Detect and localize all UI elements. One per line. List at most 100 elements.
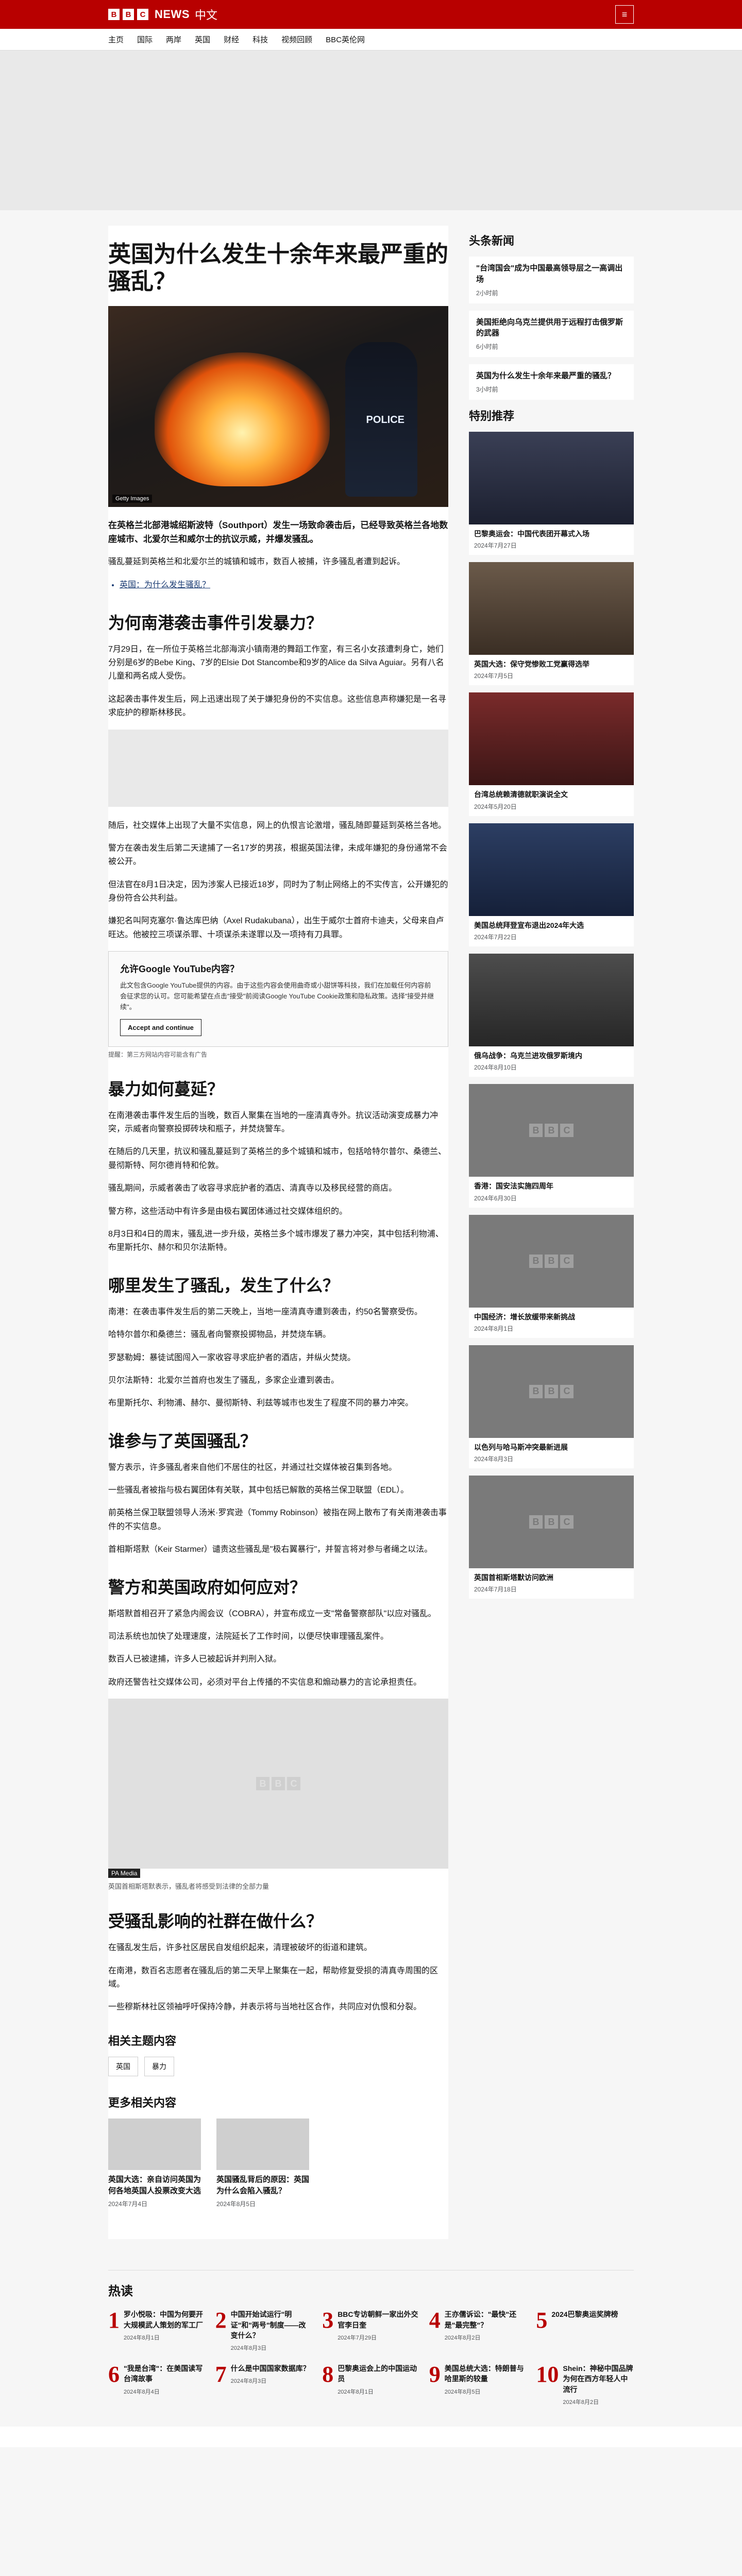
top-news-date: 6小时前 xyxy=(476,343,498,350)
recommended-heading: 特别推荐 xyxy=(469,409,515,422)
nav-item[interactable]: BBC英伦网 xyxy=(326,34,365,45)
brand-name: NEWS xyxy=(155,8,190,21)
recommended-thumbnail xyxy=(469,953,634,1046)
article-image-placeholder: B B C xyxy=(108,1699,448,1869)
top-news-item[interactable]: 美国拒绝向乌克兰提供用于远程打击俄罗斯的武器 6小时前 xyxy=(469,310,634,357)
trending-title: 中国开始试运行"明证"和"两号"制度——改变什么？ xyxy=(230,2310,306,2340)
trending-item[interactable]: 9 美国总统大选：特朗普与哈里斯的较量 2024年8月5日 xyxy=(429,2363,527,2406)
trending-rank: 9 xyxy=(429,2362,441,2387)
bbc-news-logo[interactable]: B B C NEWS 中文 xyxy=(108,6,217,23)
bbc-logo-c: C xyxy=(560,1515,574,1529)
paragraph: 7月29日，在一所位于英格兰北部海滨小镇南港的舞蹈工作室，有三名小女孩遭刺身亡，… xyxy=(108,645,444,681)
trending-title: 王亦儒诉讼："最快"还是"最完整"？ xyxy=(444,2310,517,2329)
trending-date: 2024年8月1日 xyxy=(338,2388,374,2395)
trending-date: 2024年8月3日 xyxy=(230,2345,267,2352)
recommended-date: 2024年8月10日 xyxy=(474,1064,517,1072)
trending-item[interactable]: 4 王亦儒诉讼："最快"还是"最完整"？ 2024年8月2日 xyxy=(429,2309,527,2352)
recommended-item[interactable]: 美国总统拜登宣布退出2024年大选 2024年7月22日 xyxy=(469,823,634,946)
recommended-item[interactable]: BBC 以色列与哈马斯冲突最新进展 2024年8月3日 xyxy=(469,1345,634,1469)
trending-title: 巴黎奥运会上的中国运动员 xyxy=(338,2364,417,2383)
recommended-date: 2024年7月27日 xyxy=(474,542,517,550)
section-heading: 警方和英国政府如何应对？ xyxy=(108,1578,307,1597)
bbc-logo-b1: B xyxy=(256,1777,269,1791)
trending-title: 什么是中国国家数据库？ xyxy=(230,2364,310,2373)
nav-item[interactable]: 主页 xyxy=(108,34,124,45)
card-date: 2024年7月4日 xyxy=(108,2200,148,2208)
more-heading: 更多相关内容 xyxy=(108,2096,177,2109)
youtube-consent-title: 允许Google YouTube内容？ xyxy=(120,964,239,975)
paragraph: 在骚乱发生后，许多社区居民自发组织起来，清理被破坏的街道和建筑。 xyxy=(108,1943,373,1953)
related-card[interactable]: 英国大选：亲自访问英国为何各地英国人投票改变大选 2024年7月4日 xyxy=(108,2118,201,2209)
banner-ad xyxy=(0,50,742,210)
trending-item[interactable]: 10 Shein：神秘中国品牌为何在西方年轻人中流行 2024年8月2日 xyxy=(536,2363,634,2406)
recommended-title: 英国大选：保守党惨败工党赢得选举 xyxy=(474,660,589,669)
section-heading: 为何南港袭击事件引发暴力？ xyxy=(108,613,323,632)
trending-item[interactable]: 2 中国开始试运行"明证"和"两号"制度——改变什么？ 2024年8月3日 xyxy=(215,2309,313,2352)
accept-button[interactable]: Accept and continue xyxy=(120,1019,201,1036)
bbc-logo-b1: B xyxy=(529,1384,543,1398)
recommended-item[interactable]: 俄乌战争：乌克兰进攻俄罗斯境内 2024年8月10日 xyxy=(469,953,634,1077)
paragraph: 首相斯塔默（Keir Starmer）谴责这些骚乱是"极右翼暴行"，并誓言将对参… xyxy=(108,1545,433,1554)
top-news-date: 2小时前 xyxy=(476,289,498,297)
trending-item[interactable]: 3 BBC专访朝鲜一家出外交官李日奎 2024年7月29日 xyxy=(322,2309,420,2352)
paragraph: 布里斯托尔、利物浦、赫尔、曼彻斯特、利兹等城市也发生了程度不同的暴力冲突。 xyxy=(108,1399,414,1408)
paragraph: 8月3日和4日的周末，骚乱进一步升级，英格兰多个城市爆发了暴力冲突，其中包括利物… xyxy=(108,1229,444,1252)
recommended-date: 2024年8月3日 xyxy=(474,1455,514,1463)
paragraph: 在南港，数百名志愿者在骚乱后的第二天早上聚集在一起，帮助修复受损的清真寺周围的区… xyxy=(108,1966,439,1989)
card-title: 英国大选：亲自访问英国为何各地英国人投票改变大选 xyxy=(108,2175,201,2195)
bbc-logo-c: C xyxy=(560,1124,574,1138)
menu-icon[interactable]: ≡ xyxy=(615,5,634,24)
recommended-date: 2024年6月30日 xyxy=(474,1194,517,1202)
trending-item[interactable]: 1 罗小悦吸：中国为何要开大规模武人策划的军工厂 2024年8月1日 xyxy=(108,2309,206,2352)
bbc-logo-b2: B xyxy=(545,1515,558,1529)
topic-tag[interactable]: 暴力 xyxy=(144,2056,174,2076)
trending-date: 2024年8月1日 xyxy=(124,2334,160,2341)
trending-date: 2024年8月3日 xyxy=(230,2378,267,2385)
bbc-logo-b2: B xyxy=(123,9,134,20)
paragraph: 骚乱期间，示威者袭击了收容寻求庇护者的酒店、清真寺以及移民经营的商店。 xyxy=(108,1184,397,1193)
section-heading: 哪里发生了骚乱，发生了什么？ xyxy=(108,1276,340,1295)
topic-tag[interactable]: 英国 xyxy=(108,2056,138,2076)
nav-item[interactable]: 视频回顾 xyxy=(281,34,312,45)
trending-rank: 1 xyxy=(108,2308,120,2333)
bbc-logo-b2: B xyxy=(545,1384,558,1398)
paragraph: 数百人已被逮捕，许多人已被起诉并判刑入狱。 xyxy=(108,1655,282,1664)
recommended-item[interactable]: 英国大选：保守党惨败工党赢得选举 2024年7月5日 xyxy=(469,562,634,686)
recommended-title: 俄乌战争：乌克兰进攻俄罗斯境内 xyxy=(474,1051,582,1060)
related-card[interactable]: 英国骚乱背后的原因：英国为什么会陷入骚乱？ 2024年8月5日 xyxy=(216,2118,309,2209)
hero-image: POLICE Getty Images xyxy=(108,306,448,507)
recommended-thumbnail xyxy=(469,562,634,655)
recommended-title: 英国首相斯塔默访问欧洲 xyxy=(474,1573,553,1582)
recommended-title: 美国总统拜登宣布退出2024年大选 xyxy=(474,921,584,929)
trending-rank: 3 xyxy=(322,2308,334,2333)
paragraph: 司法系统也加快了处理速度，法院延长了工作时间，以便尽快审理骚乱案件。 xyxy=(108,1632,389,1641)
nav-item[interactable]: 国际 xyxy=(137,34,153,45)
top-news-item[interactable]: "台湾国会"成为中国最高领导层之一高调出场 2小时前 xyxy=(469,257,634,303)
nav-item[interactable]: 英国 xyxy=(195,34,210,45)
top-news-title: 美国拒绝向乌克兰提供用于远程打击俄罗斯的武器 xyxy=(476,317,623,338)
recommended-item[interactable]: 台湾总统赖清德就职演说全文 2024年5月20日 xyxy=(469,692,634,816)
youtube-note: 提醒：第三方网站内容可能含有广告 xyxy=(108,1050,208,1058)
card-date: 2024年8月5日 xyxy=(216,2200,256,2208)
trending-section: 热读 1 罗小悦吸：中国为何要开大规模武人策划的军工厂 2024年8月1日 2 中国开… xyxy=(108,2270,634,2406)
recommended-item[interactable]: 巴黎奥运会：中国代表团开幕式入场 2024年7月27日 xyxy=(469,431,634,555)
footer xyxy=(0,2427,742,2448)
nav-item[interactable]: 财经 xyxy=(224,34,239,45)
trending-date: 2024年8月2日 xyxy=(563,2399,599,2406)
nav-item[interactable]: 科技 xyxy=(252,34,268,45)
recommended-item[interactable]: BBC 英国首相斯塔默访问欧洲 2024年7月18日 xyxy=(469,1476,634,1599)
trending-item[interactable]: 6 "我是台湾"：在美国读写台湾故事 2024年8月4日 xyxy=(108,2363,206,2406)
top-news-item[interactable]: 英国为什么发生十余年来最严重的骚乱？ 3小时前 xyxy=(469,364,634,400)
photo-credit: Getty Images xyxy=(112,494,153,503)
recommended-item[interactable]: BBC 香港：国安法实施四周年 2024年6月30日 xyxy=(469,1084,634,1208)
recommended-item[interactable]: BBC 中国经济：增长放缓带来新挑战 2024年8月1日 xyxy=(469,1214,634,1338)
nav-item[interactable]: 两岸 xyxy=(166,34,181,45)
trending-item[interactable]: 7 什么是中国国家数据库？ 2024年8月3日 xyxy=(215,2363,313,2406)
bbc-logo-b1: B xyxy=(529,1124,543,1138)
bbc-logo-c: C xyxy=(560,1384,574,1398)
recommended-thumbnail: BBC xyxy=(469,1345,634,1438)
recommended-date: 2024年7月18日 xyxy=(474,1586,517,1594)
related-link[interactable]: 英国：为什么发生骚乱？ xyxy=(120,578,448,592)
trending-item[interactable]: 5 2024巴黎奥运奖牌榜 xyxy=(536,2309,634,2352)
trending-item[interactable]: 8 巴黎奥运会上的中国运动员 2024年8月1日 xyxy=(322,2363,420,2406)
